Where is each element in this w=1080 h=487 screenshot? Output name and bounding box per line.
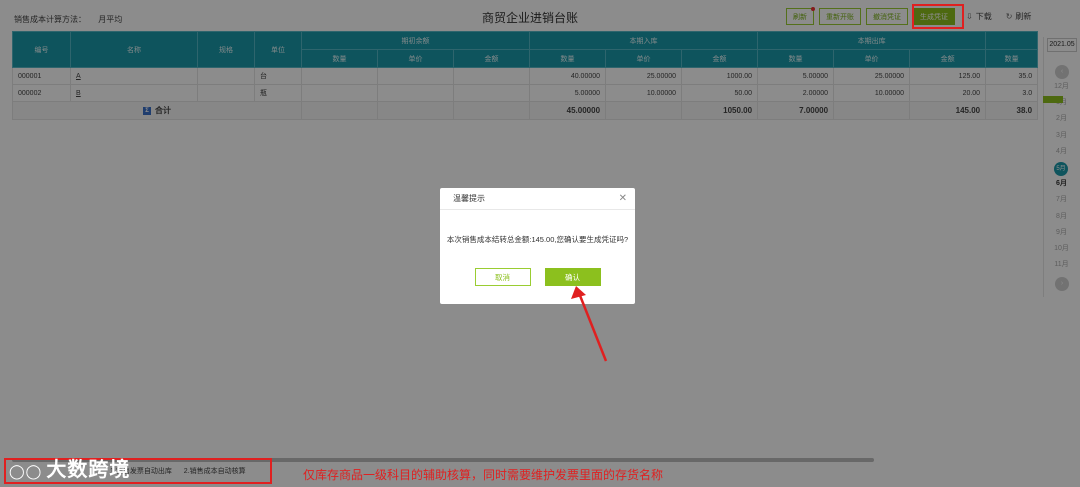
page: 销售成本计算方法： 月平均 商贸企业进销台账 刷新 重新开账 撤消凭证 生成凭证… [0, 0, 1080, 487]
arrow-shaft [577, 292, 608, 362]
arrow-head-icon [571, 286, 586, 299]
annotation-arrow [571, 286, 608, 362]
